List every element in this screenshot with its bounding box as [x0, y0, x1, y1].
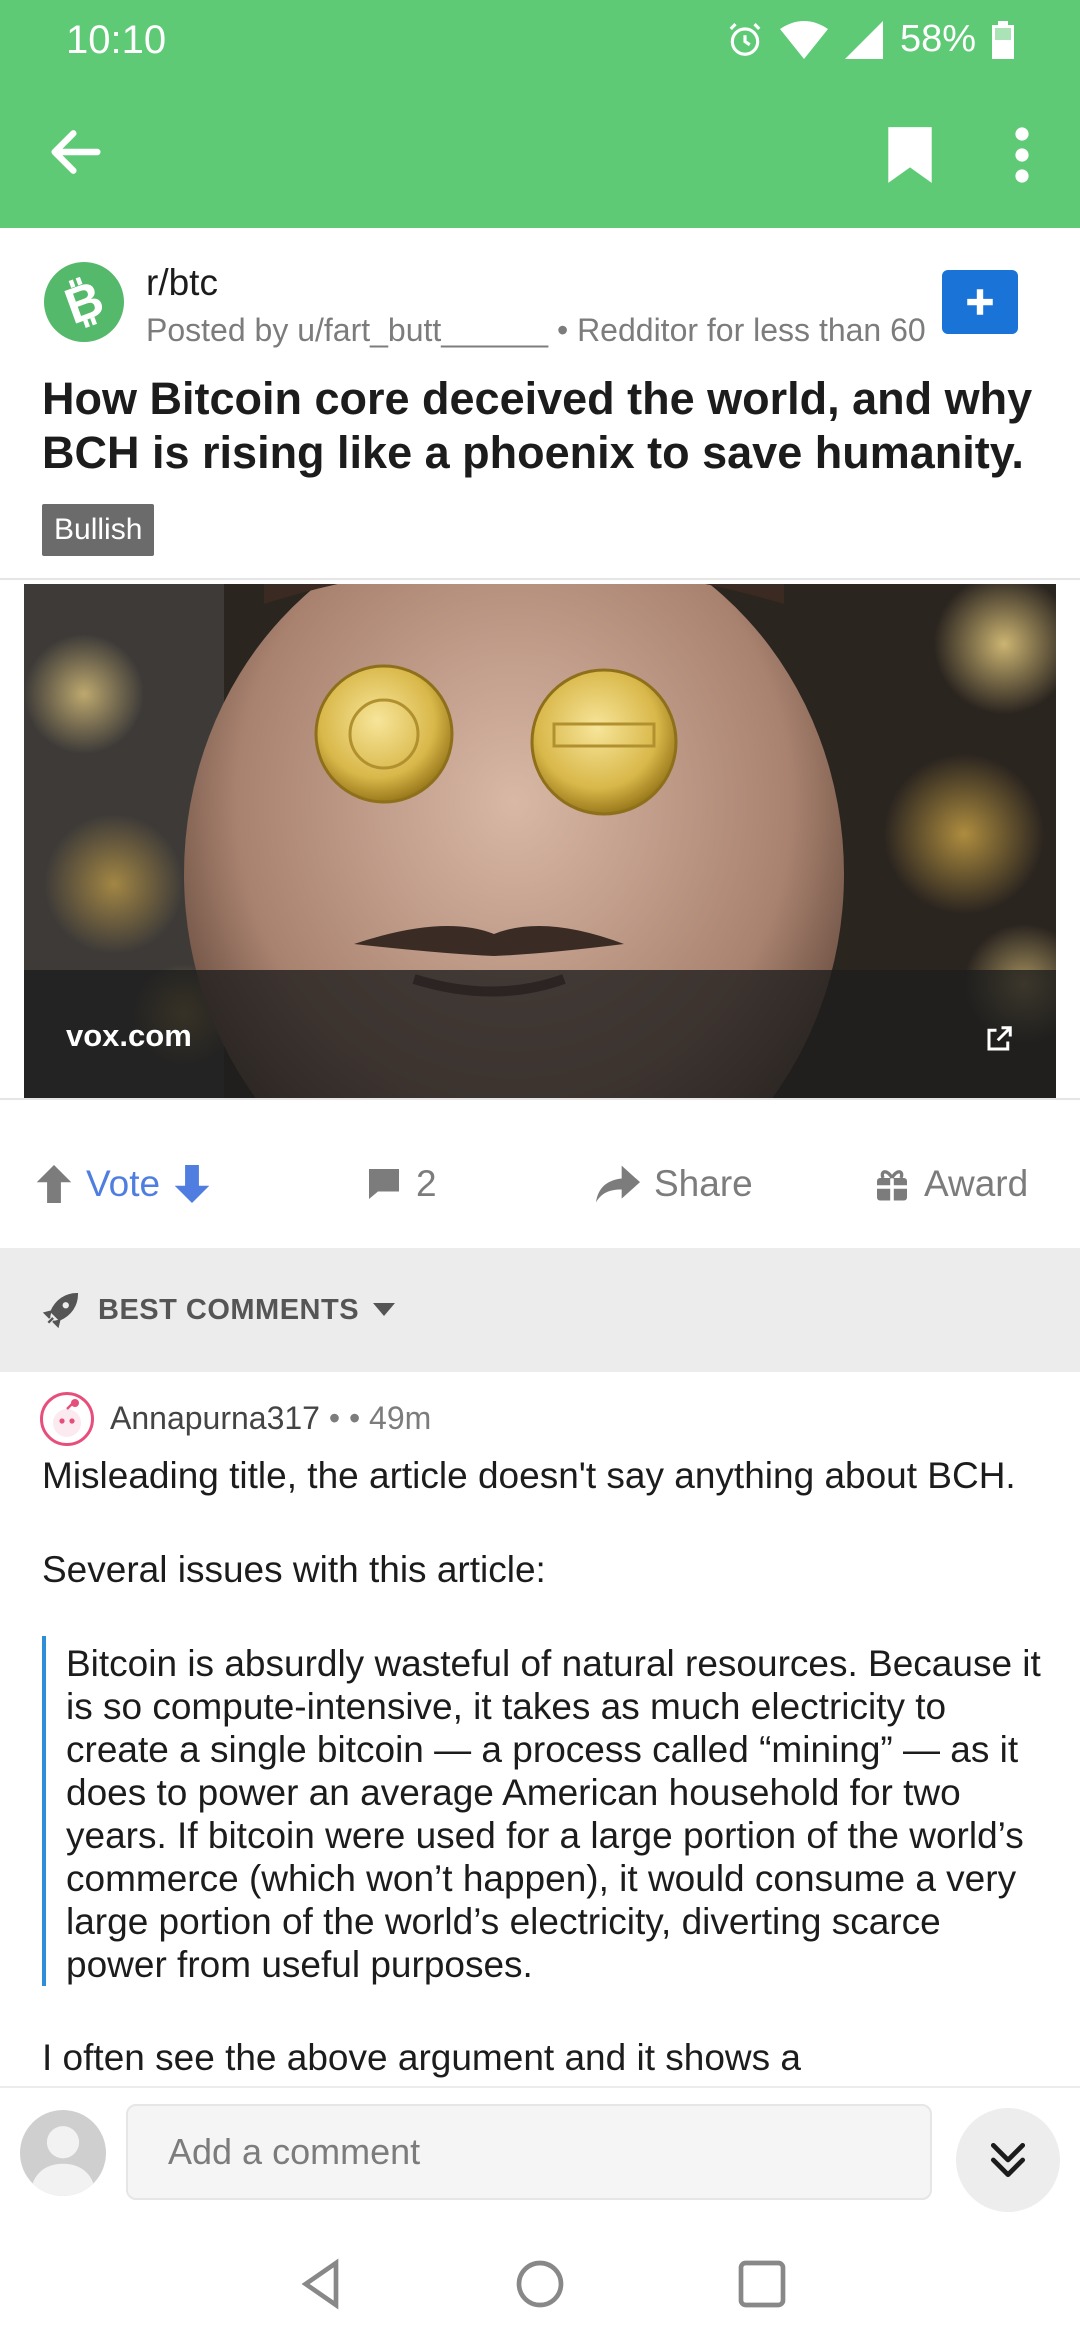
battery-icon — [992, 20, 1014, 59]
more-vertical-icon — [1015, 127, 1029, 183]
comment-paragraph-2: Several issues with this article: — [42, 1549, 546, 1590]
post-title: How Bitcoin core deceived the world, and… — [42, 373, 1033, 478]
app-header: 10:10 58% — [0, 0, 1080, 228]
bookmark-button[interactable] — [884, 124, 936, 186]
alarm-icon — [729, 22, 761, 56]
plus-icon — [967, 289, 993, 315]
user-avatar[interactable] — [20, 2110, 106, 2196]
comment-sort-bar[interactable]: BEST COMMENTS — [0, 1248, 1080, 1372]
bookmark-icon — [888, 127, 932, 183]
collapse-comments-button[interactable] — [956, 2108, 1060, 2212]
subreddit-avatar[interactable]: B — [44, 262, 124, 342]
downvote-icon[interactable] — [174, 1165, 210, 1203]
blockquote-bar — [42, 1636, 46, 1986]
comment-paragraph-3: I often see the above argument and it sh… — [42, 2037, 801, 2078]
nav-home-icon[interactable] — [512, 2256, 568, 2312]
battery-percent: 58% — [899, 18, 976, 60]
snoo-avatar-icon — [53, 1399, 81, 1437]
comment-input-bar: Add a comment — [0, 2086, 1080, 2222]
default-avatar-icon — [30, 2126, 96, 2196]
vote-label: Vote — [86, 1163, 161, 1204]
nav-recents-icon[interactable] — [734, 2256, 790, 2312]
post-actions: Vote 2 Share Award — [0, 1120, 1080, 1248]
gift-icon — [877, 1170, 907, 1201]
back-button[interactable] — [44, 120, 108, 184]
comment-header: Annapurna317 • • 49m — [110, 1400, 431, 1437]
sort-label: BEST COMMENTS — [98, 1293, 360, 1326]
nav-back-icon[interactable] — [294, 2256, 350, 2312]
comment-blockquote: Bitcoin is absurdly wasteful of natural … — [66, 1643, 1041, 1985]
link-domain: vox.com — [66, 1018, 192, 1053]
signal-icon — [844, 20, 883, 59]
comment-paragraph-1: Misleading title, the article doesn't sa… — [42, 1455, 1016, 1496]
join-subreddit-button[interactable] — [942, 270, 1018, 334]
comment-count: 2 — [416, 1163, 437, 1204]
system-nav-bar — [0, 2222, 1080, 2340]
share-icon — [596, 1165, 640, 1203]
comment-author-avatar[interactable] — [40, 1392, 94, 1446]
double-chevron-down-icon — [990, 2142, 1026, 2178]
comment-input[interactable]: Add a comment — [126, 2104, 932, 2200]
upvote-icon[interactable] — [36, 1165, 72, 1203]
comment-author[interactable]: Annapurna317 — [110, 1400, 320, 1436]
award-label: Award — [924, 1163, 1029, 1204]
award-button[interactable]: Award — [874, 1120, 1028, 1248]
bitcoin-cash-logo-icon: B — [58, 272, 111, 332]
arrow-left-icon — [51, 130, 101, 174]
subreddit-name[interactable]: r/btc — [146, 262, 218, 304]
vote-group: Vote — [36, 1120, 210, 1248]
status-icons: 58% — [726, 18, 1014, 61]
comment-icon — [369, 1169, 399, 1199]
link-preview[interactable]: vox.com — [24, 584, 1056, 1098]
post-flair: Bullish — [42, 504, 155, 556]
more-options-button[interactable] — [1004, 124, 1040, 186]
status-time: 10:10 — [66, 18, 167, 62]
wifi-icon — [779, 20, 828, 59]
rocket-icon — [42, 1292, 79, 1329]
comment-meta: • • 49m — [328, 1400, 432, 1436]
post-meta: Posted by u/fart_butt______ • Redditor f… — [146, 312, 936, 348]
caret-down-icon — [373, 1303, 396, 1316]
share-button[interactable]: Share — [596, 1120, 753, 1248]
external-link-icon — [987, 1026, 1012, 1051]
comments-button[interactable]: 2 — [366, 1120, 437, 1248]
share-label: Share — [654, 1163, 753, 1204]
